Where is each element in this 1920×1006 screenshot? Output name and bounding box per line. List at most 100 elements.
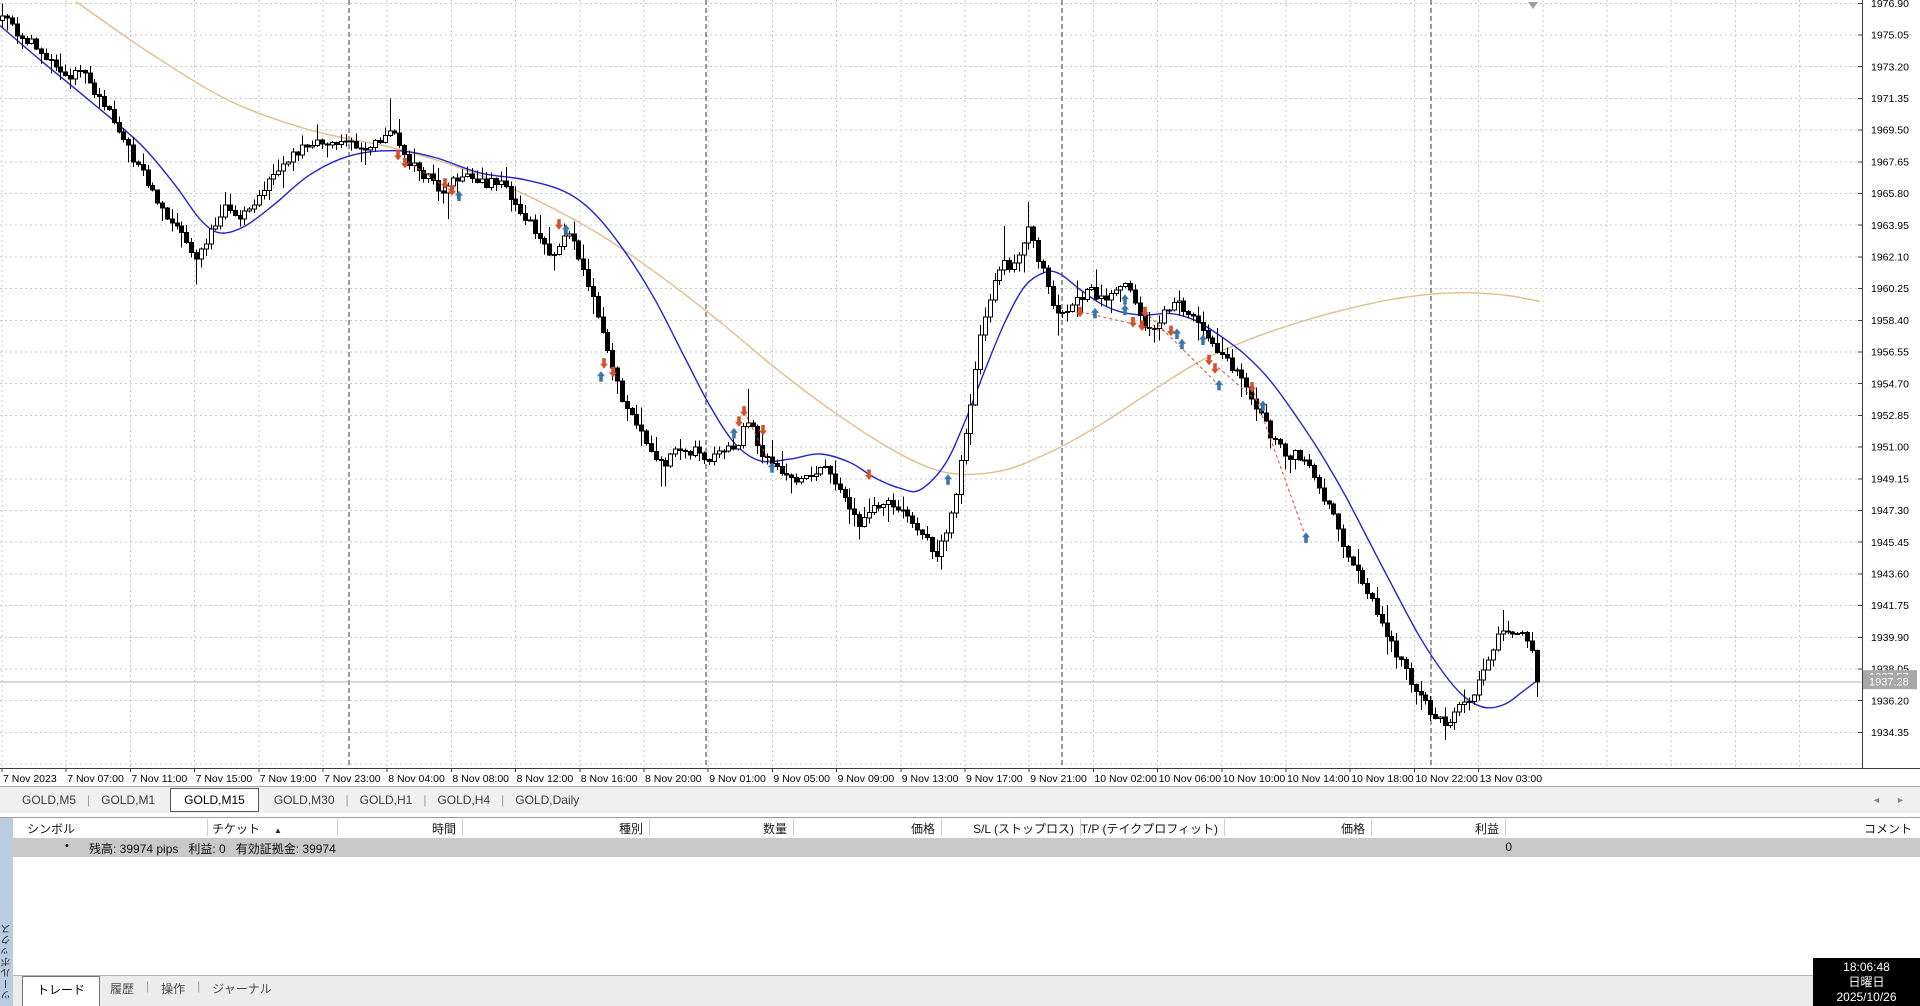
buy-arrow-icon: [1302, 532, 1310, 543]
column-header-jp[interactable]: 価格: [775, 820, 935, 837]
buy-arrow-icon: [1199, 334, 1207, 345]
balance-bullet-icon: •: [65, 840, 69, 852]
candlesticks: [0, 3, 1540, 741]
svg-text:1945.45: 1945.45: [1871, 537, 1909, 549]
buy-arrow-icon: [1121, 294, 1129, 305]
column-header-jp[interactable]: チケット ▲: [212, 820, 282, 837]
svg-text:9 Nov 13:00: 9 Nov 13:00: [902, 773, 959, 785]
bid-price-value: 1937.28: [1869, 677, 1909, 689]
buy-arrow-icon: [455, 190, 463, 202]
svg-text:1952.85: 1952.85: [1871, 410, 1909, 422]
svg-text:7 Nov 07:00: 7 Nov 07:00: [67, 773, 124, 785]
chart-tab-gold-daily[interactable]: GOLD,Daily: [505, 791, 589, 809]
buy-arrow-icon: [730, 427, 738, 439]
svg-text:9 Nov 01:00: 9 Nov 01:00: [709, 773, 766, 785]
svg-text:10 Nov 14:00: 10 Nov 14:00: [1287, 773, 1350, 785]
buy-arrow-icon: [597, 371, 605, 382]
chart-tab-gold-h1[interactable]: GOLD,H1: [350, 791, 423, 809]
sort-asc-icon: ▲: [274, 826, 282, 835]
mt5-window: 1976.90 1975.05 1973.20 1971.35 1969.50 1967.…: [0, 0, 1920, 1006]
svg-text:1934.35: 1934.35: [1871, 727, 1909, 739]
svg-text:1936.20: 1936.20: [1871, 695, 1909, 707]
status-clock: 18:06:48 日曜日 2025/10/26: [1813, 958, 1920, 1006]
svg-text:1956.55: 1956.55: [1871, 347, 1909, 359]
chart-tab-bar: GOLD,M5 | GOLD,M1 GOLD,M15 GOLD,M30 | GOLD,H1 |…: [0, 786, 1920, 813]
chart-tab-gold-m5[interactable]: GOLD,M5: [12, 791, 86, 809]
toolbox-tab-0[interactable]: トレード: [22, 976, 101, 1006]
toolbox-tab-3[interactable]: ジャーナル: [202, 976, 281, 1001]
tab-scroll-right-icon[interactable]: ►: [1896, 795, 1905, 805]
svg-text:10 Nov 18:00: 10 Nov 18:00: [1351, 773, 1414, 785]
chart-shift-marker-icon[interactable]: [1528, 2, 1538, 9]
svg-text:9 Nov 09:00: 9 Nov 09:00: [838, 773, 895, 785]
svg-text:10 Nov 10:00: 10 Nov 10:00: [1223, 773, 1286, 785]
svg-text:1967.65: 1967.65: [1871, 156, 1909, 168]
sell-arrow-icon: [759, 425, 767, 436]
svg-text:13 Nov 03:00: 13 Nov 03:00: [1480, 773, 1543, 785]
chart-tab-gold-h4[interactable]: GOLD,H4: [427, 791, 500, 809]
svg-text:1954.70: 1954.70: [1871, 378, 1909, 390]
column-header-jp[interactable]: 数量: [627, 820, 787, 837]
price-chart[interactable]: 1976.90 1975.05 1973.20 1971.35 1969.50 1967.…: [0, 0, 1920, 786]
svg-text:1973.20: 1973.20: [1871, 61, 1909, 73]
svg-text:1976.90: 1976.90: [1871, 0, 1909, 10]
svg-text:10 Nov 06:00: 10 Nov 06:00: [1159, 773, 1222, 785]
svg-text:1943.60: 1943.60: [1871, 569, 1909, 581]
toolbox-tab-bar: トレード 履歴 | 操作 | ジャーナル: [13, 975, 1920, 1006]
column-header-SL[interactable]: S/L (ストップロス): [914, 820, 1074, 837]
svg-text:1939.90: 1939.90: [1871, 632, 1909, 644]
toolbox-side-strip: ツールボックス: [0, 818, 13, 1006]
buy-arrow-icon: [1091, 307, 1099, 319]
column-divider[interactable]: [462, 819, 463, 836]
svg-text:8 Nov 12:00: 8 Nov 12:00: [517, 773, 574, 785]
tab-separator: |: [197, 979, 201, 993]
chart-tab-gold-m30[interactable]: GOLD,M30: [264, 791, 345, 809]
svg-text:1951.00: 1951.00: [1871, 442, 1909, 454]
svg-text:10 Nov 02:00: 10 Nov 02:00: [1094, 773, 1157, 785]
clock-date: 2025/10/26: [1836, 990, 1897, 1004]
sell-arrow-icon: [555, 219, 563, 230]
buy-arrow-icon: [944, 474, 952, 485]
tab-scroll-left-icon[interactable]: ◄: [1872, 795, 1881, 805]
sell-arrow-icon: [1211, 363, 1219, 374]
column-divider[interactable]: [1505, 819, 1506, 836]
svg-text:8 Nov 20:00: 8 Nov 20:00: [645, 773, 702, 785]
svg-text:7 Nov 23:00: 7 Nov 23:00: [324, 773, 381, 785]
chart-tab-gold-m15[interactable]: GOLD,M15: [170, 788, 259, 812]
tab-separator: |: [146, 979, 150, 993]
column-header-jp[interactable]: シンボル: [27, 820, 75, 837]
column-header-jp[interactable]: 利益: [1339, 820, 1499, 837]
balance-row[interactable]: • 残高: 39974 pips 利益: 0 有効証拠金: 39974 0: [13, 838, 1920, 857]
svg-text:9 Nov 05:00: 9 Nov 05:00: [773, 773, 830, 785]
column-header-jp[interactable]: 時間: [296, 820, 456, 837]
column-divider[interactable]: [207, 819, 208, 836]
ma-slow-line: [75, 1, 1541, 476]
svg-text:7 Nov 15:00: 7 Nov 15:00: [196, 773, 253, 785]
chart-tab-gold-m1[interactable]: GOLD,M1: [91, 791, 165, 809]
clock-time: 18:06:48: [1843, 960, 1890, 974]
svg-text:9 Nov 21:00: 9 Nov 21:00: [1030, 773, 1087, 785]
toolbox-tab-1[interactable]: 履歴: [100, 976, 144, 1001]
trade-history-lines: [397, 154, 1307, 539]
trade-list-area[interactable]: [13, 857, 1920, 975]
svg-text:1949.15: 1949.15: [1871, 473, 1909, 485]
trade-arrow-markers: [394, 149, 1310, 543]
toolbox-tab-2[interactable]: 操作: [151, 976, 195, 1001]
svg-text:7 Nov 19:00: 7 Nov 19:00: [260, 773, 317, 785]
toolbox-header-row: シンボル チケット ▲ 時間 種別 数量 価格 S/L (ストップロス) T/P (テイクプロフ…: [13, 818, 1920, 837]
column-header-TP[interactable]: T/P (テイクプロフィット): [1058, 820, 1218, 837]
sell-arrow-icon: [1129, 317, 1137, 328]
svg-text:1975.05: 1975.05: [1871, 30, 1909, 42]
svg-text:8 Nov 16:00: 8 Nov 16:00: [581, 773, 638, 785]
svg-text:1965.80: 1965.80: [1871, 188, 1909, 200]
svg-text:1969.50: 1969.50: [1871, 125, 1909, 137]
balance-profit-value: 0: [1505, 840, 1512, 854]
svg-text:7 Nov 2023: 7 Nov 2023: [3, 773, 57, 785]
column-header-jp[interactable]: コメント: [1752, 820, 1912, 837]
buy-arrow-icon: [562, 224, 570, 235]
svg-text:1960.25: 1960.25: [1871, 283, 1909, 295]
buy-arrow-icon: [1178, 338, 1186, 350]
grid-lines: [0, 0, 1862, 768]
clock-weekday: 日曜日: [1848, 975, 1885, 989]
column-header-jp[interactable]: 種別: [483, 820, 643, 837]
